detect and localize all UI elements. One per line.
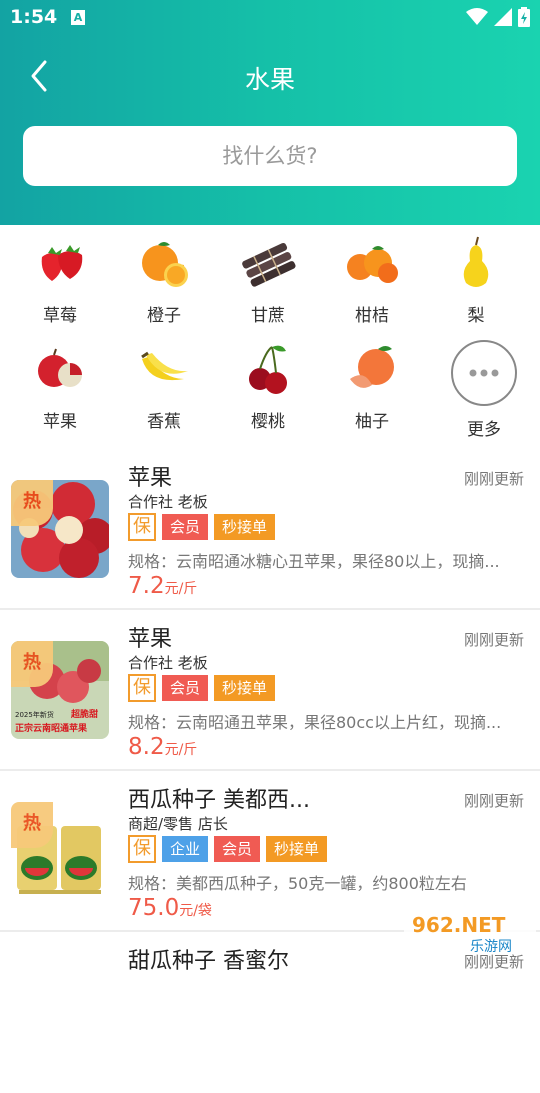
product-title: 苹果 (128, 621, 172, 653)
product-thumbnail: 2025年新货 超脆甜 正宗云南昭通苹果 热 (11, 641, 109, 739)
category-label: 更多 (432, 415, 536, 440)
thumb-text: 正宗云南昭通苹果 (15, 722, 88, 734)
list-item[interactable]: 甜瓜种子 香蜜尔 刚刚更新 (0, 933, 540, 1093)
category-orange[interactable]: 橙子 (112, 233, 216, 326)
product-spec: 规格：云南昭通丑苹果，果径80cc以上片红，现摘... (128, 709, 524, 733)
signal-icon (494, 8, 512, 26)
category-cherry[interactable]: 樱桃 (216, 339, 320, 432)
price-unit: 元/袋 (179, 903, 212, 919)
tag-row: 保 会员 秒接单 (128, 513, 275, 541)
product-spec: 规格：美都西瓜种子，50克一罐，约800粒左右 (128, 870, 524, 894)
watermark-text: 乐游网 (470, 939, 512, 955)
category-tangerine[interactable]: 柑桔 (320, 233, 424, 326)
status-bar: 1:54 A (0, 0, 540, 36)
category-label: 香蕉 (112, 407, 216, 432)
guarantee-badge: 保 (128, 674, 156, 702)
more-icon (450, 339, 518, 407)
sugarcane-icon (238, 233, 298, 293)
product-spec: 规格：云南昭通冰糖心丑苹果，果径80以上，现摘... (128, 548, 524, 572)
category-label: 苹果 (8, 407, 112, 432)
member-badge: 会员 (214, 836, 260, 862)
category-banana[interactable]: 香蕉 (112, 339, 216, 432)
apple-icon (30, 339, 90, 399)
status-time: 1:54 (10, 6, 57, 28)
tag-row: 保 会员 秒接单 (128, 674, 275, 702)
product-title: 苹果 (128, 460, 172, 492)
category-strawberry[interactable]: 草莓 (8, 233, 112, 326)
price-value: 7.2 (128, 573, 165, 599)
product-price: 7.2元/斤 (128, 573, 197, 599)
fast-order-badge: 秒接单 (266, 836, 327, 862)
guarantee-badge: 保 (128, 513, 156, 541)
product-title: 西瓜种子 美都西... (128, 782, 310, 814)
list-item[interactable]: 热 苹果 刚刚更新 合作社 老板 保 会员 秒接单 规格：云南昭通冰糖心丑苹果，… (0, 450, 540, 610)
wifi-icon (466, 8, 488, 26)
update-time: 刚刚更新 (464, 468, 524, 489)
fast-order-badge: 秒接单 (214, 514, 275, 540)
watermark-logo-text: 962.NET (412, 913, 506, 937)
thumb-text: 超脆甜 (70, 708, 98, 720)
category-grapefruit[interactable]: 柚子 (320, 339, 424, 432)
search-input[interactable]: 找什么货? (23, 126, 517, 186)
banana-icon (134, 339, 194, 399)
pear-icon (446, 233, 506, 293)
page-title: 水果 (0, 60, 540, 96)
category-label: 甘蔗 (216, 301, 320, 326)
grapefruit-icon (342, 339, 402, 399)
tag-row: 保 企业 会员 秒接单 (128, 835, 327, 863)
fast-order-badge: 秒接单 (214, 675, 275, 701)
member-badge: 会员 (162, 675, 208, 701)
category-sugarcane[interactable]: 甘蔗 (216, 233, 320, 326)
seller-info: 合作社 老板 (128, 491, 208, 512)
seller-info: 合作社 老板 (128, 652, 208, 673)
hot-badge: 热 (11, 480, 53, 526)
list-item[interactable]: 2025年新货 超脆甜 正宗云南昭通苹果 热 苹果 刚刚更新 合作社 老板 保 … (0, 611, 540, 771)
product-price: 75.0元/袋 (128, 895, 212, 921)
update-time: 刚刚更新 (464, 790, 524, 811)
price-value: 8.2 (128, 734, 165, 760)
cherry-icon (238, 339, 298, 399)
member-badge: 会员 (162, 514, 208, 540)
price-unit: 元/斤 (165, 581, 198, 597)
category-more[interactable]: 更多 (432, 339, 536, 440)
system-icons (466, 7, 530, 27)
hot-badge: 热 (11, 802, 53, 848)
product-price: 8.2元/斤 (128, 734, 197, 760)
tangerine-icon (342, 233, 402, 293)
hot-badge: 热 (11, 641, 53, 687)
category-label: 柑桔 (320, 301, 424, 326)
orange-icon (134, 233, 194, 293)
seller-info: 商超/零售 店长 (128, 813, 228, 834)
enterprise-badge: 企业 (162, 836, 208, 862)
product-thumbnail: 热 (11, 480, 109, 578)
category-label: 橙子 (112, 301, 216, 326)
category-apple[interactable]: 苹果 (8, 339, 112, 432)
category-grid: 草莓 橙子 甘蔗 柑桔 (0, 225, 540, 450)
site-watermark-logo: 962.NET 乐游网 (404, 906, 536, 956)
price-unit: 元/斤 (165, 742, 198, 758)
strawberry-icon (30, 233, 90, 293)
product-title: 甜瓜种子 香蜜尔 (128, 943, 289, 975)
price-value: 75.0 (128, 895, 179, 921)
guarantee-badge: 保 (128, 835, 156, 863)
notification-icon: A (71, 10, 85, 25)
category-label: 梨 (424, 301, 528, 326)
thumb-text: 2025年新货 (15, 710, 54, 719)
header-bar: 1:54 A 水果 找什么货? (0, 0, 540, 225)
product-thumbnail: 热 (11, 802, 109, 900)
update-time: 刚刚更新 (464, 629, 524, 650)
battery-icon (518, 7, 530, 27)
category-label: 柚子 (320, 407, 424, 432)
category-label: 草莓 (8, 301, 112, 326)
category-pear[interactable]: 梨 (424, 233, 528, 326)
category-label: 樱桃 (216, 407, 320, 432)
